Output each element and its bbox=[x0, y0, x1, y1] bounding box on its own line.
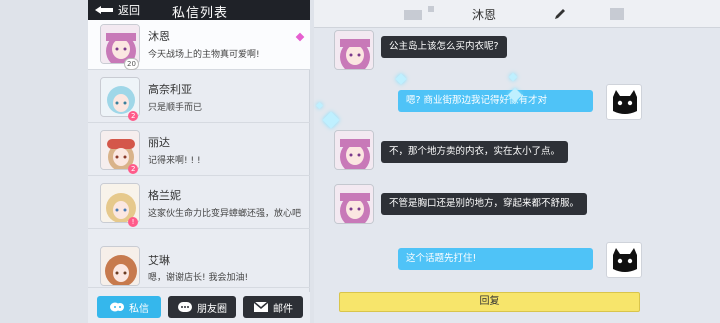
tab-label: 朋友圈 bbox=[197, 303, 227, 315]
contact-item-gaonailiya[interactable]: 2 高奈利亚 只是顺手而已 bbox=[88, 73, 310, 123]
avatar bbox=[606, 84, 642, 120]
tab-label: 私信 bbox=[129, 303, 149, 315]
avatar bbox=[334, 184, 374, 224]
contact-name: 格兰妮 bbox=[148, 189, 181, 202]
cat-icon bbox=[613, 248, 637, 272]
avatar bbox=[334, 130, 374, 170]
unread-badge: 2 bbox=[128, 164, 138, 174]
decoration bbox=[428, 6, 434, 12]
chat-icon bbox=[110, 302, 124, 312]
mail-icon bbox=[253, 301, 269, 312]
avatar bbox=[334, 30, 374, 70]
decoration bbox=[404, 10, 422, 20]
tab-mail[interactable]: 邮件 bbox=[243, 296, 303, 318]
chat-header bbox=[314, 0, 720, 28]
contact-item-muen[interactable]: 20 沐恩 今天战场上的主物真可爱啊! bbox=[88, 20, 310, 70]
list-title: 私信列表 bbox=[172, 6, 229, 21]
message-bubble: 不管是胸口还是别的地方，穿起来都不舒服。 bbox=[381, 193, 588, 215]
cat-icon bbox=[613, 90, 637, 114]
contact-name: 高奈利亚 bbox=[148, 83, 192, 96]
contact-name: 沐恩 bbox=[148, 30, 170, 43]
contact-name: 丽达 bbox=[148, 136, 170, 149]
message-bubble: 这个话题先打住! bbox=[398, 248, 593, 270]
decoration bbox=[610, 8, 624, 20]
message-bubble: 嗯? 商业街那边我记得好像有才对 bbox=[398, 90, 593, 112]
contact-last-message: 记得来啊! ! ! bbox=[148, 156, 201, 166]
back-button[interactable]: 返回 bbox=[88, 0, 148, 20]
back-label: 返回 bbox=[118, 4, 140, 17]
chat-title: 沐恩 bbox=[472, 8, 497, 22]
back-arrow-icon bbox=[95, 6, 113, 14]
reply-button[interactable]: 回复 bbox=[339, 292, 640, 312]
unread-badge: 2 bbox=[128, 111, 138, 121]
tab-label: 邮件 bbox=[273, 303, 293, 315]
contact-last-message: 只是顺手而已 bbox=[148, 103, 203, 113]
unread-badge: 20 bbox=[124, 58, 139, 70]
contact-item-lida[interactable]: 2 丽达 记得来啊! ! ! bbox=[88, 126, 310, 176]
contact-last-message: 这家伙生命力比变异蟑螂还强，放心吧 bbox=[148, 209, 302, 219]
contact-item-gelanni[interactable]: ! 格兰妮 这家伙生命力比变异蟑螂还强，放心吧 bbox=[88, 179, 310, 229]
edit-icon[interactable] bbox=[553, 7, 567, 21]
contact-item-ailin[interactable]: 艾琳 嗯，谢谢店长! 我会加油! bbox=[88, 232, 310, 288]
contact-last-message: 嗯，谢谢店长! 我会加油! bbox=[148, 273, 249, 283]
message-bubble: 不，那个地方卖的内衣，实在太小了点。 bbox=[381, 141, 569, 163]
moments-icon bbox=[178, 302, 192, 312]
contact-last-message: 今天战场上的主物真可爱啊! bbox=[148, 50, 260, 60]
unread-badge: ! bbox=[128, 217, 138, 227]
tab-moments[interactable]: 朋友圈 bbox=[168, 296, 236, 318]
tab-private-message[interactable]: 私信 bbox=[97, 296, 161, 318]
contact-name: 艾琳 bbox=[148, 254, 170, 267]
message-bubble: 公主岛上该怎么买内衣呢? bbox=[381, 36, 507, 58]
avatar bbox=[606, 242, 642, 278]
avatar bbox=[100, 246, 140, 286]
